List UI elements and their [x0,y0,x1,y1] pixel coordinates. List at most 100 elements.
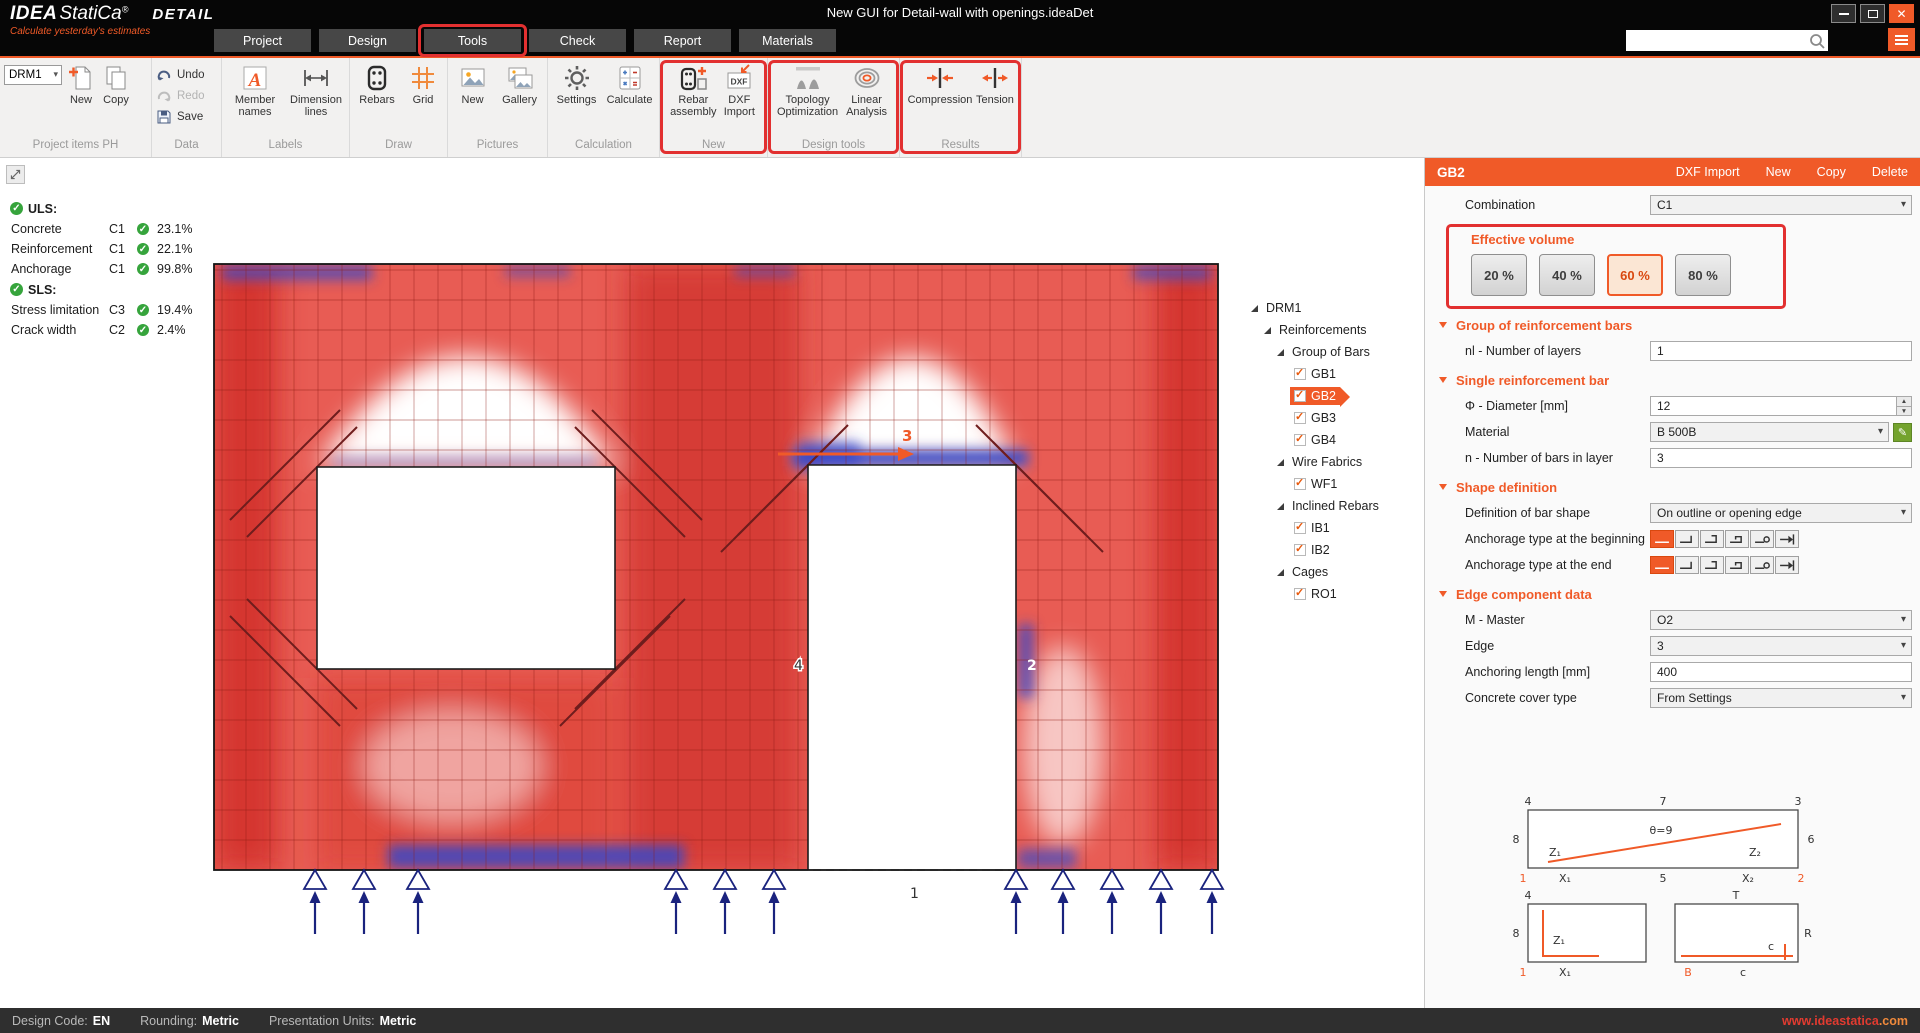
tab-materials[interactable]: Materials [739,29,836,52]
topology-optimization-button[interactable]: Topology Optimization [776,61,839,121]
effective-volume-60%[interactable]: 60 % [1607,254,1663,296]
anchorage-type-option-2[interactable] [1675,530,1699,548]
number-of-layers-input[interactable]: 1 [1650,341,1912,361]
rebars-button[interactable]: Rebars [354,61,400,108]
new-action[interactable]: New [1766,165,1791,179]
anchorage-type-option-4[interactable] [1725,530,1749,548]
ribbon-group-new: Rebar assembly DXF DXF Import New [660,58,768,157]
linear-analysis-button[interactable]: Linear Analysis [842,61,891,121]
expander-icon[interactable] [1277,569,1284,576]
tree-item-ib2[interactable]: IB2 [1249,539,1423,561]
visibility-checkbox[interactable] [1294,588,1306,600]
section-group-of-reinforcement-bars[interactable]: Group of reinforcement bars [1425,312,1920,338]
copy-action[interactable]: Copy [1817,165,1846,179]
tree-item-gb2[interactable]: GB2 [1249,385,1423,407]
section-single-reinforcement-bar[interactable]: Single reinforcement bar [1425,367,1920,393]
search-input[interactable] [1626,30,1808,51]
new-picture-button[interactable]: New [452,61,493,108]
new-project-item-button[interactable]: New [65,61,97,108]
bars-in-layer-input[interactable]: 3 [1650,448,1912,468]
maximize-button[interactable] [1860,4,1885,23]
anchorage-type-option-2[interactable] [1675,556,1699,574]
diameter-stepper[interactable]: 12 ▲▼ [1650,396,1912,416]
anchorage-type-option-1[interactable] [1650,556,1674,574]
delete-action[interactable]: Delete [1872,165,1908,179]
anchorage-type-option-1[interactable] [1650,530,1674,548]
app-menu-button[interactable] [1888,28,1915,51]
tree-item-wire-fabrics[interactable]: Wire Fabrics [1249,451,1423,473]
visibility-checkbox[interactable] [1294,544,1306,556]
calculate-button[interactable]: Calculate [604,61,655,108]
material-edit-button[interactable]: ✎ [1893,423,1912,442]
save-button[interactable]: Save [156,107,205,126]
concrete-cover-select[interactable]: From Settings [1650,688,1912,708]
anchorage-type-option-5[interactable] [1750,530,1774,548]
model-canvas[interactable]: 3 4 2 1 ULS:ConcreteC123.1%Reinforcement… [0,158,1424,1008]
effective-volume-80%[interactable]: 80 % [1675,254,1731,296]
close-button[interactable] [1889,4,1914,23]
anchorage-type-option-6[interactable] [1775,530,1799,548]
member-names-button[interactable]: A Member names [226,61,284,121]
material-select[interactable]: B 500B [1650,422,1889,442]
settings-button[interactable]: Settings [552,61,601,108]
tree-item-gb1[interactable]: GB1 [1249,363,1423,385]
tension-button[interactable]: Tension [975,61,1015,108]
tree-item-gb3[interactable]: GB3 [1249,407,1423,429]
compression-button[interactable]: Compression [908,61,972,108]
tab-design[interactable]: Design [319,29,416,52]
undo-button[interactable]: Undo [156,65,205,84]
spinner-arrows-icon[interactable]: ▲▼ [1896,397,1911,415]
visibility-checkbox[interactable] [1294,412,1306,424]
gallery-button[interactable]: Gallery [496,61,543,108]
tree-item-ro1[interactable]: RO1 [1249,583,1423,605]
dimension-lines-button[interactable]: Dimension lines [287,61,345,121]
tree-item-wf1[interactable]: WF1 [1249,473,1423,495]
section-edge-component-data[interactable]: Edge component data [1425,581,1920,607]
combination-select[interactable]: C1 [1650,195,1912,215]
tab-report[interactable]: Report [634,29,731,52]
visibility-checkbox[interactable] [1294,368,1306,380]
visibility-checkbox[interactable] [1294,478,1306,490]
project-item-select[interactable]: DRM1 [4,65,62,85]
master-select[interactable]: O2 [1650,610,1912,630]
visibility-checkbox[interactable] [1294,434,1306,446]
anchorage-type-option-3[interactable] [1700,530,1724,548]
dxf-import-button[interactable]: DXF DXF Import [721,61,758,121]
tab-tools[interactable]: Tools [424,29,521,52]
anchorage-type-option-5[interactable] [1750,556,1774,574]
tab-check[interactable]: Check [529,29,626,52]
anchoring-length-input[interactable]: 400 [1650,662,1912,682]
edge-select[interactable]: 3 [1650,636,1912,656]
tree-item-ib1[interactable]: IB1 [1249,517,1423,539]
expander-icon[interactable] [1277,459,1284,466]
effective-volume-20%[interactable]: 20 % [1471,254,1527,296]
tree-item-inclined-rebars[interactable]: Inclined Rebars [1249,495,1423,517]
anchorage-type-option-6[interactable] [1775,556,1799,574]
tab-project[interactable]: Project [214,29,311,52]
section-shape-definition[interactable]: Shape definition [1425,474,1920,500]
minimize-button[interactable] [1831,4,1856,23]
tree-item-group-of-bars[interactable]: Group of Bars [1249,341,1423,363]
visibility-checkbox[interactable] [1294,390,1306,402]
tree-item-cages[interactable]: Cages [1249,561,1423,583]
fit-view-button[interactable] [6,165,25,184]
rebar-assembly-button[interactable]: Rebar assembly [669,61,718,121]
anchorage-type-option-3[interactable] [1700,556,1724,574]
bar-shape-select[interactable]: On outline or opening edge [1650,503,1912,523]
tree-item-reinforcements[interactable]: Reinforcements [1249,319,1423,341]
copy-project-item-button[interactable]: Copy [100,61,132,108]
dxf-import-action[interactable]: DXF Import [1676,165,1740,179]
grid-button[interactable]: Grid [403,61,443,108]
effective-volume-40%[interactable]: 40 % [1539,254,1595,296]
expander-icon[interactable] [1251,305,1258,312]
website-link[interactable]: www.ideastatica.com [1782,1008,1908,1033]
expander-icon[interactable] [1277,349,1284,356]
redo-button[interactable]: Redo [156,86,205,105]
expander-icon[interactable] [1277,503,1284,510]
tree-item-drm1[interactable]: DRM1 [1249,297,1423,319]
anchorage-type-option-4[interactable] [1725,556,1749,574]
visibility-checkbox[interactable] [1294,522,1306,534]
expander-icon[interactable] [1264,327,1271,334]
search-icon[interactable] [1808,32,1826,50]
tree-item-gb4[interactable]: GB4 [1249,429,1423,451]
